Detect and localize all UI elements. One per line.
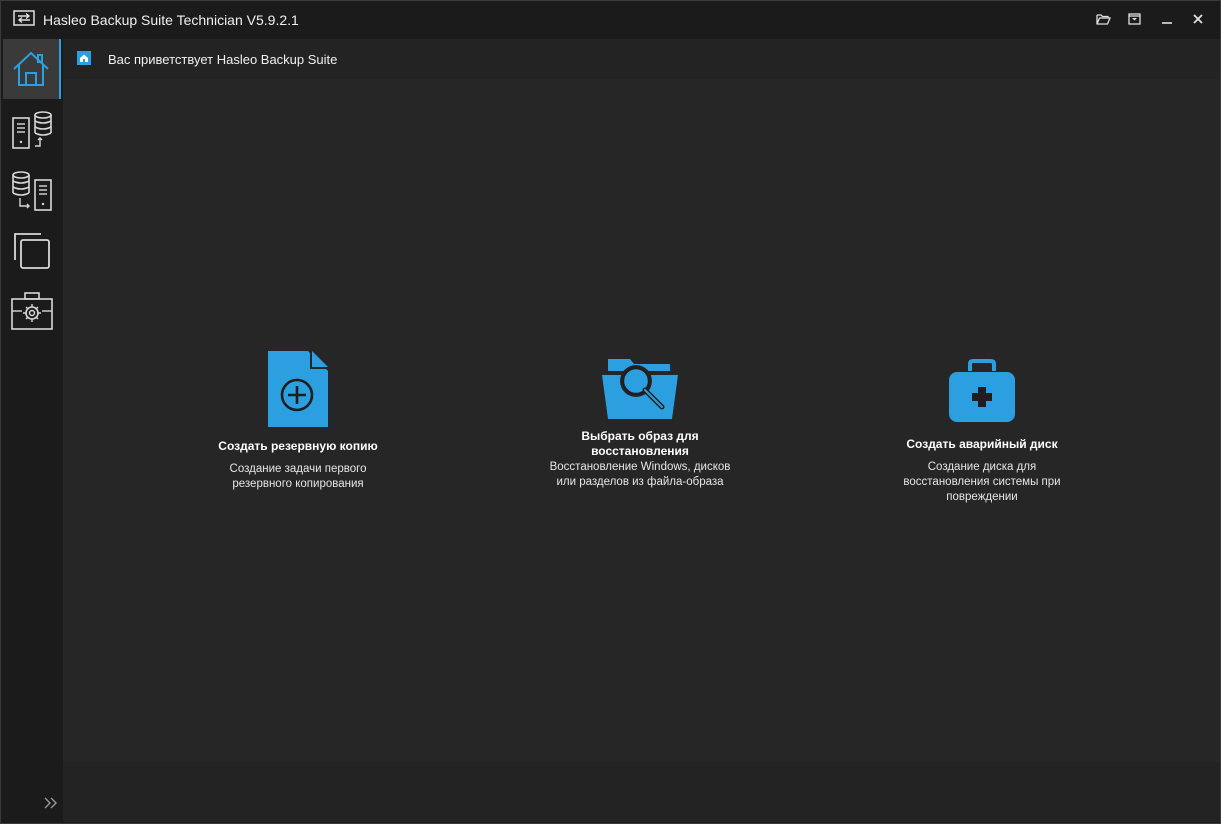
restore-icon bbox=[12, 171, 52, 211]
create-backup-card[interactable]: Создать резервную копию Создание задачи … bbox=[198, 349, 398, 492]
sidebar-item-home[interactable] bbox=[3, 39, 61, 99]
card-desc-line: или разделов из файла-образа bbox=[556, 476, 724, 488]
card-title-line: восстановления bbox=[591, 444, 689, 458]
title-bar: Hasleo Backup Suite Technician V5.9.2.1 bbox=[1, 1, 1220, 37]
main-content: Создать резервную копию Создание задачи … bbox=[63, 79, 1220, 762]
browse-image-icon bbox=[602, 359, 678, 419]
card-title: Выбрать образ для восстановления bbox=[540, 429, 740, 459]
card-desc-line: восстановления системы при bbox=[903, 476, 1061, 488]
page-title: Вас приветствует Hasleo Backup Suite bbox=[108, 52, 338, 67]
rescue-disk-card[interactable]: Создать аварийный диск Создание диска дл… bbox=[882, 359, 1082, 505]
backup-icon bbox=[12, 111, 52, 149]
sidebar-item-backup[interactable] bbox=[3, 101, 61, 161]
card-description: Восстановление Windows, дисков или разде… bbox=[540, 460, 740, 490]
card-title-line: Выбрать образ для bbox=[581, 429, 699, 443]
menu-icon[interactable] bbox=[1124, 9, 1144, 29]
home-small-icon bbox=[77, 51, 91, 65]
new-backup-icon bbox=[268, 351, 328, 427]
folder-open-icon[interactable] bbox=[1093, 9, 1113, 29]
card-title: Создать аварийный диск bbox=[906, 437, 1058, 451]
card-description: Создание диска для восстановления систем… bbox=[882, 460, 1082, 505]
sidebar-item-clone[interactable] bbox=[3, 221, 61, 281]
footer-bar bbox=[63, 762, 1220, 822]
tools-icon bbox=[11, 292, 53, 330]
sidebar bbox=[3, 39, 61, 822]
clone-icon bbox=[14, 233, 50, 269]
page-header: Вас приветствует Hasleo Backup Suite bbox=[63, 39, 1220, 79]
sidebar-item-restore[interactable] bbox=[3, 161, 61, 221]
card-desc-line: повреждении bbox=[946, 491, 1018, 503]
close-icon[interactable] bbox=[1188, 9, 1208, 29]
app-window: Hasleo Backup Suite Technician V5.9.2.1 bbox=[0, 0, 1221, 824]
expand-sidebar-icon[interactable] bbox=[43, 796, 61, 814]
card-desc-line: Создание диска для bbox=[927, 461, 1037, 473]
card-desc-line: резервного копирования bbox=[232, 478, 364, 490]
card-description: Создание задачи первого резервного копир… bbox=[198, 462, 398, 492]
select-image-card[interactable]: Выбрать образ для восстановления Восстан… bbox=[540, 357, 740, 490]
minimize-icon[interactable] bbox=[1157, 9, 1177, 29]
window-title: Hasleo Backup Suite Technician V5.9.2.1 bbox=[43, 12, 299, 28]
app-logo-icon bbox=[13, 10, 35, 26]
card-desc-line: Создание задачи первого bbox=[229, 463, 367, 475]
sidebar-item-tools[interactable] bbox=[3, 281, 61, 341]
card-title: Создать резервную копию bbox=[218, 439, 378, 453]
card-desc-line: Восстановление Windows, дисков bbox=[549, 461, 731, 473]
emergency-disk-icon bbox=[949, 359, 1015, 422]
home-icon bbox=[13, 51, 49, 86]
